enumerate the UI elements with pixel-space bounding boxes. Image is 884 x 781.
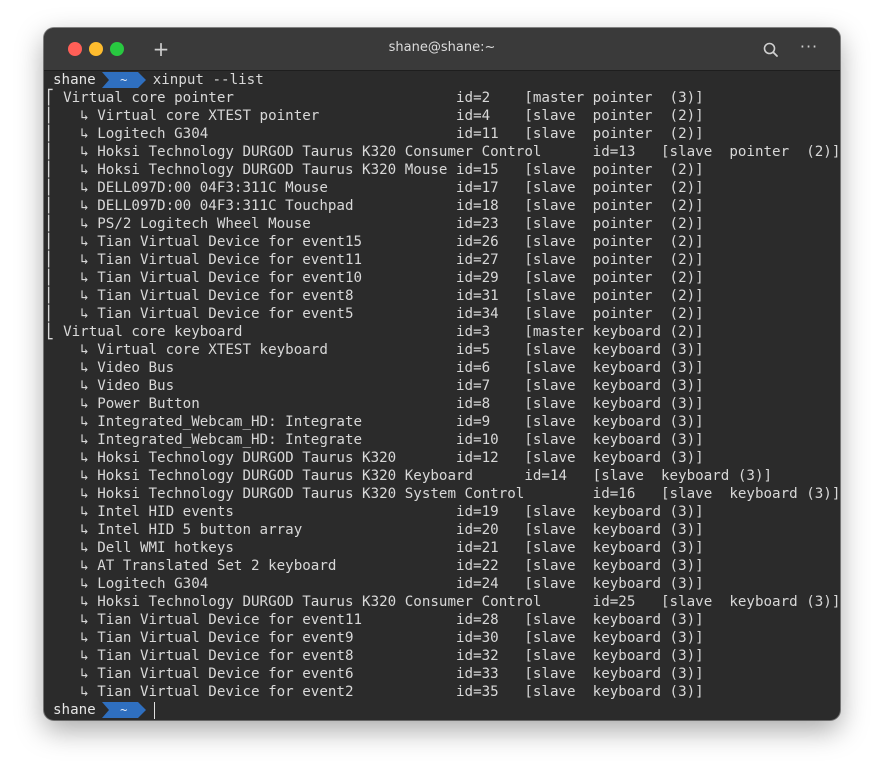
output-line: ↳ Video Bus id=7 [slave keyboard (3)] [46, 378, 704, 394]
output-line: ↳ Hoksi Technology DURGOD Taurus K320 id… [46, 450, 704, 466]
prompt-dir: ~ [120, 703, 128, 717]
search-icon[interactable] [760, 39, 782, 61]
command-output: ⎡ Virtual core pointer id=2 [master poin… [46, 89, 840, 701]
output-line: ⎜ ↳ Hoksi Technology DURGOD Taurus K320 … [46, 162, 704, 178]
window-title: shane@shane:~ [388, 40, 496, 55]
output-line: ↳ AT Translated Set 2 keyboard id=22 [sl… [46, 558, 704, 574]
output-line: ↳ Tian Virtual Device for event6 id=33 [… [46, 666, 704, 682]
output-line: ⎣ Virtual core keyboard id=3 [master key… [46, 324, 704, 340]
prompt-line: shane ~ xinput --list [46, 71, 840, 89]
output-line: ↳ Integrated_Webcam_HD: Integrate id=9 [… [46, 414, 704, 430]
title-bar: + shane@shane:~ ··· [44, 28, 840, 71]
prompt-command: xinput --list [152, 72, 264, 88]
output-line: ⎜ ↳ Tian Virtual Device for event5 id=34… [46, 306, 704, 322]
prompt-dir-chip: ~ [101, 702, 146, 718]
terminal-window: + shane@shane:~ ··· shane ~ xinput --lis… [44, 28, 840, 720]
output-line: ↳ Intel HID events id=19 [slave keyboard… [46, 504, 704, 520]
output-line: ↳ Tian Virtual Device for event2 id=35 [… [46, 684, 704, 700]
text-cursor [153, 701, 155, 719]
output-line: ⎜ ↳ Tian Virtual Device for event15 id=2… [46, 234, 704, 250]
output-line: ↳ Intel HID 5 button array id=20 [slave … [46, 522, 704, 538]
output-line: ⎜ ↳ Tian Virtual Device for event10 id=2… [46, 270, 704, 286]
output-line: ↳ Power Button id=8 [slave keyboard (3)] [46, 396, 704, 412]
output-line: ⎜ ↳ DELL097D:00 04F3:311C Touchpad id=18… [46, 198, 704, 214]
prompt-dir-chip: ~ [101, 72, 146, 88]
output-line: ↳ Hoksi Technology DURGOD Taurus K320 Sy… [46, 486, 840, 502]
output-line: ↳ Hoksi Technology DURGOD Taurus K320 Co… [46, 594, 840, 610]
output-line: ⎜ ↳ PS/2 Logitech Wheel Mouse id=23 [sla… [46, 216, 704, 232]
output-line: ↳ Dell WMI hotkeys id=21 [slave keyboard… [46, 540, 704, 556]
output-line: ↳ Tian Virtual Device for event8 id=32 [… [46, 648, 704, 664]
active-prompt-line[interactable]: shane ~ [46, 701, 840, 719]
prompt-user: shane [53, 72, 96, 88]
more-horizontal-icon[interactable]: ··· [796, 36, 822, 58]
output-line: ↳ Tian Virtual Device for event11 id=28 … [46, 612, 704, 628]
output-line: ↳ Tian Virtual Device for event9 id=30 [… [46, 630, 704, 646]
output-line: ↳ Hoksi Technology DURGOD Taurus K320 Ke… [46, 468, 773, 484]
output-line: ⎜ ↳ Hoksi Technology DURGOD Taurus K320 … [46, 144, 840, 160]
output-line: ↳ Integrated_Webcam_HD: Integrate id=10 … [46, 432, 704, 448]
output-line: ⎜ ↳ Tian Virtual Device for event8 id=31… [46, 288, 704, 304]
output-line: ↳ Virtual core XTEST keyboard id=5 [slav… [46, 342, 704, 358]
output-line: ⎜ ↳ Logitech G304 id=11 [slave pointer (… [46, 126, 704, 142]
output-line: ⎜ ↳ DELL097D:00 04F3:311C Mouse id=17 [s… [46, 180, 704, 196]
terminal-output[interactable]: shane ~ xinput --list ⎡ Virtual core poi… [44, 71, 840, 720]
output-line: ↳ Video Bus id=6 [slave keyboard (3)] [46, 360, 704, 376]
output-line: ⎜ ↳ Tian Virtual Device for event11 id=2… [46, 252, 704, 268]
prompt-user: shane [53, 702, 96, 718]
prompt-dir: ~ [120, 73, 128, 87]
output-line: ↳ Logitech G304 id=24 [slave keyboard (3… [46, 576, 704, 592]
